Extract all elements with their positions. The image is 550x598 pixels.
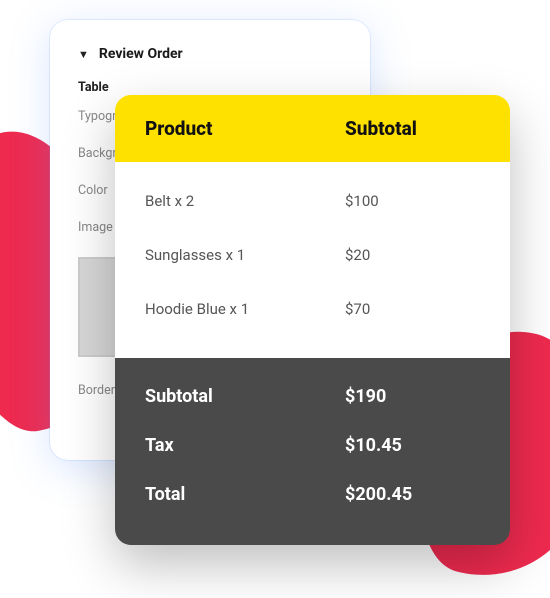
table-row: Sunglasses x 1 $20 (145, 228, 480, 282)
item-name: Belt x 2 (145, 192, 345, 210)
tax-row: Tax $10.45 (145, 421, 480, 470)
subtotal-row: Subtotal $190 (145, 372, 480, 421)
section-title: Review Order (99, 46, 183, 62)
total-row: Total $200.45 (145, 470, 480, 519)
table-row: Hoodie Blue x 1 $70 (145, 282, 480, 336)
order-summary-card: Product Subtotal Belt x 2 $100 Sunglasse… (115, 95, 510, 545)
subtotal-value: $190 (345, 386, 480, 407)
total-label: Total (145, 484, 345, 505)
table-row: Belt x 2 $100 (145, 174, 480, 228)
field-image-label: Image (78, 220, 113, 235)
caret-down-icon: ▼ (78, 48, 89, 61)
item-name: Sunglasses x 1 (145, 246, 345, 264)
settings-subhead: Table (78, 80, 342, 95)
subtotal-label: Subtotal (145, 386, 345, 407)
item-price: $100 (345, 192, 480, 210)
tax-label: Tax (145, 435, 345, 456)
item-price: $70 (345, 300, 480, 318)
item-price: $20 (345, 246, 480, 264)
order-items: Belt x 2 $100 Sunglasses x 1 $20 Hoodie … (115, 162, 510, 358)
order-header-row: Product Subtotal (115, 95, 510, 162)
section-header[interactable]: ▼ Review Order (78, 46, 342, 62)
total-value: $200.45 (345, 484, 480, 505)
item-name: Hoodie Blue x 1 (145, 300, 345, 318)
header-subtotal: Subtotal (345, 117, 480, 140)
field-color-label: Color (78, 183, 108, 198)
order-totals: Subtotal $190 Tax $10.45 Total $200.45 (115, 358, 510, 545)
header-product: Product (145, 117, 345, 140)
tax-value: $10.45 (345, 435, 480, 456)
